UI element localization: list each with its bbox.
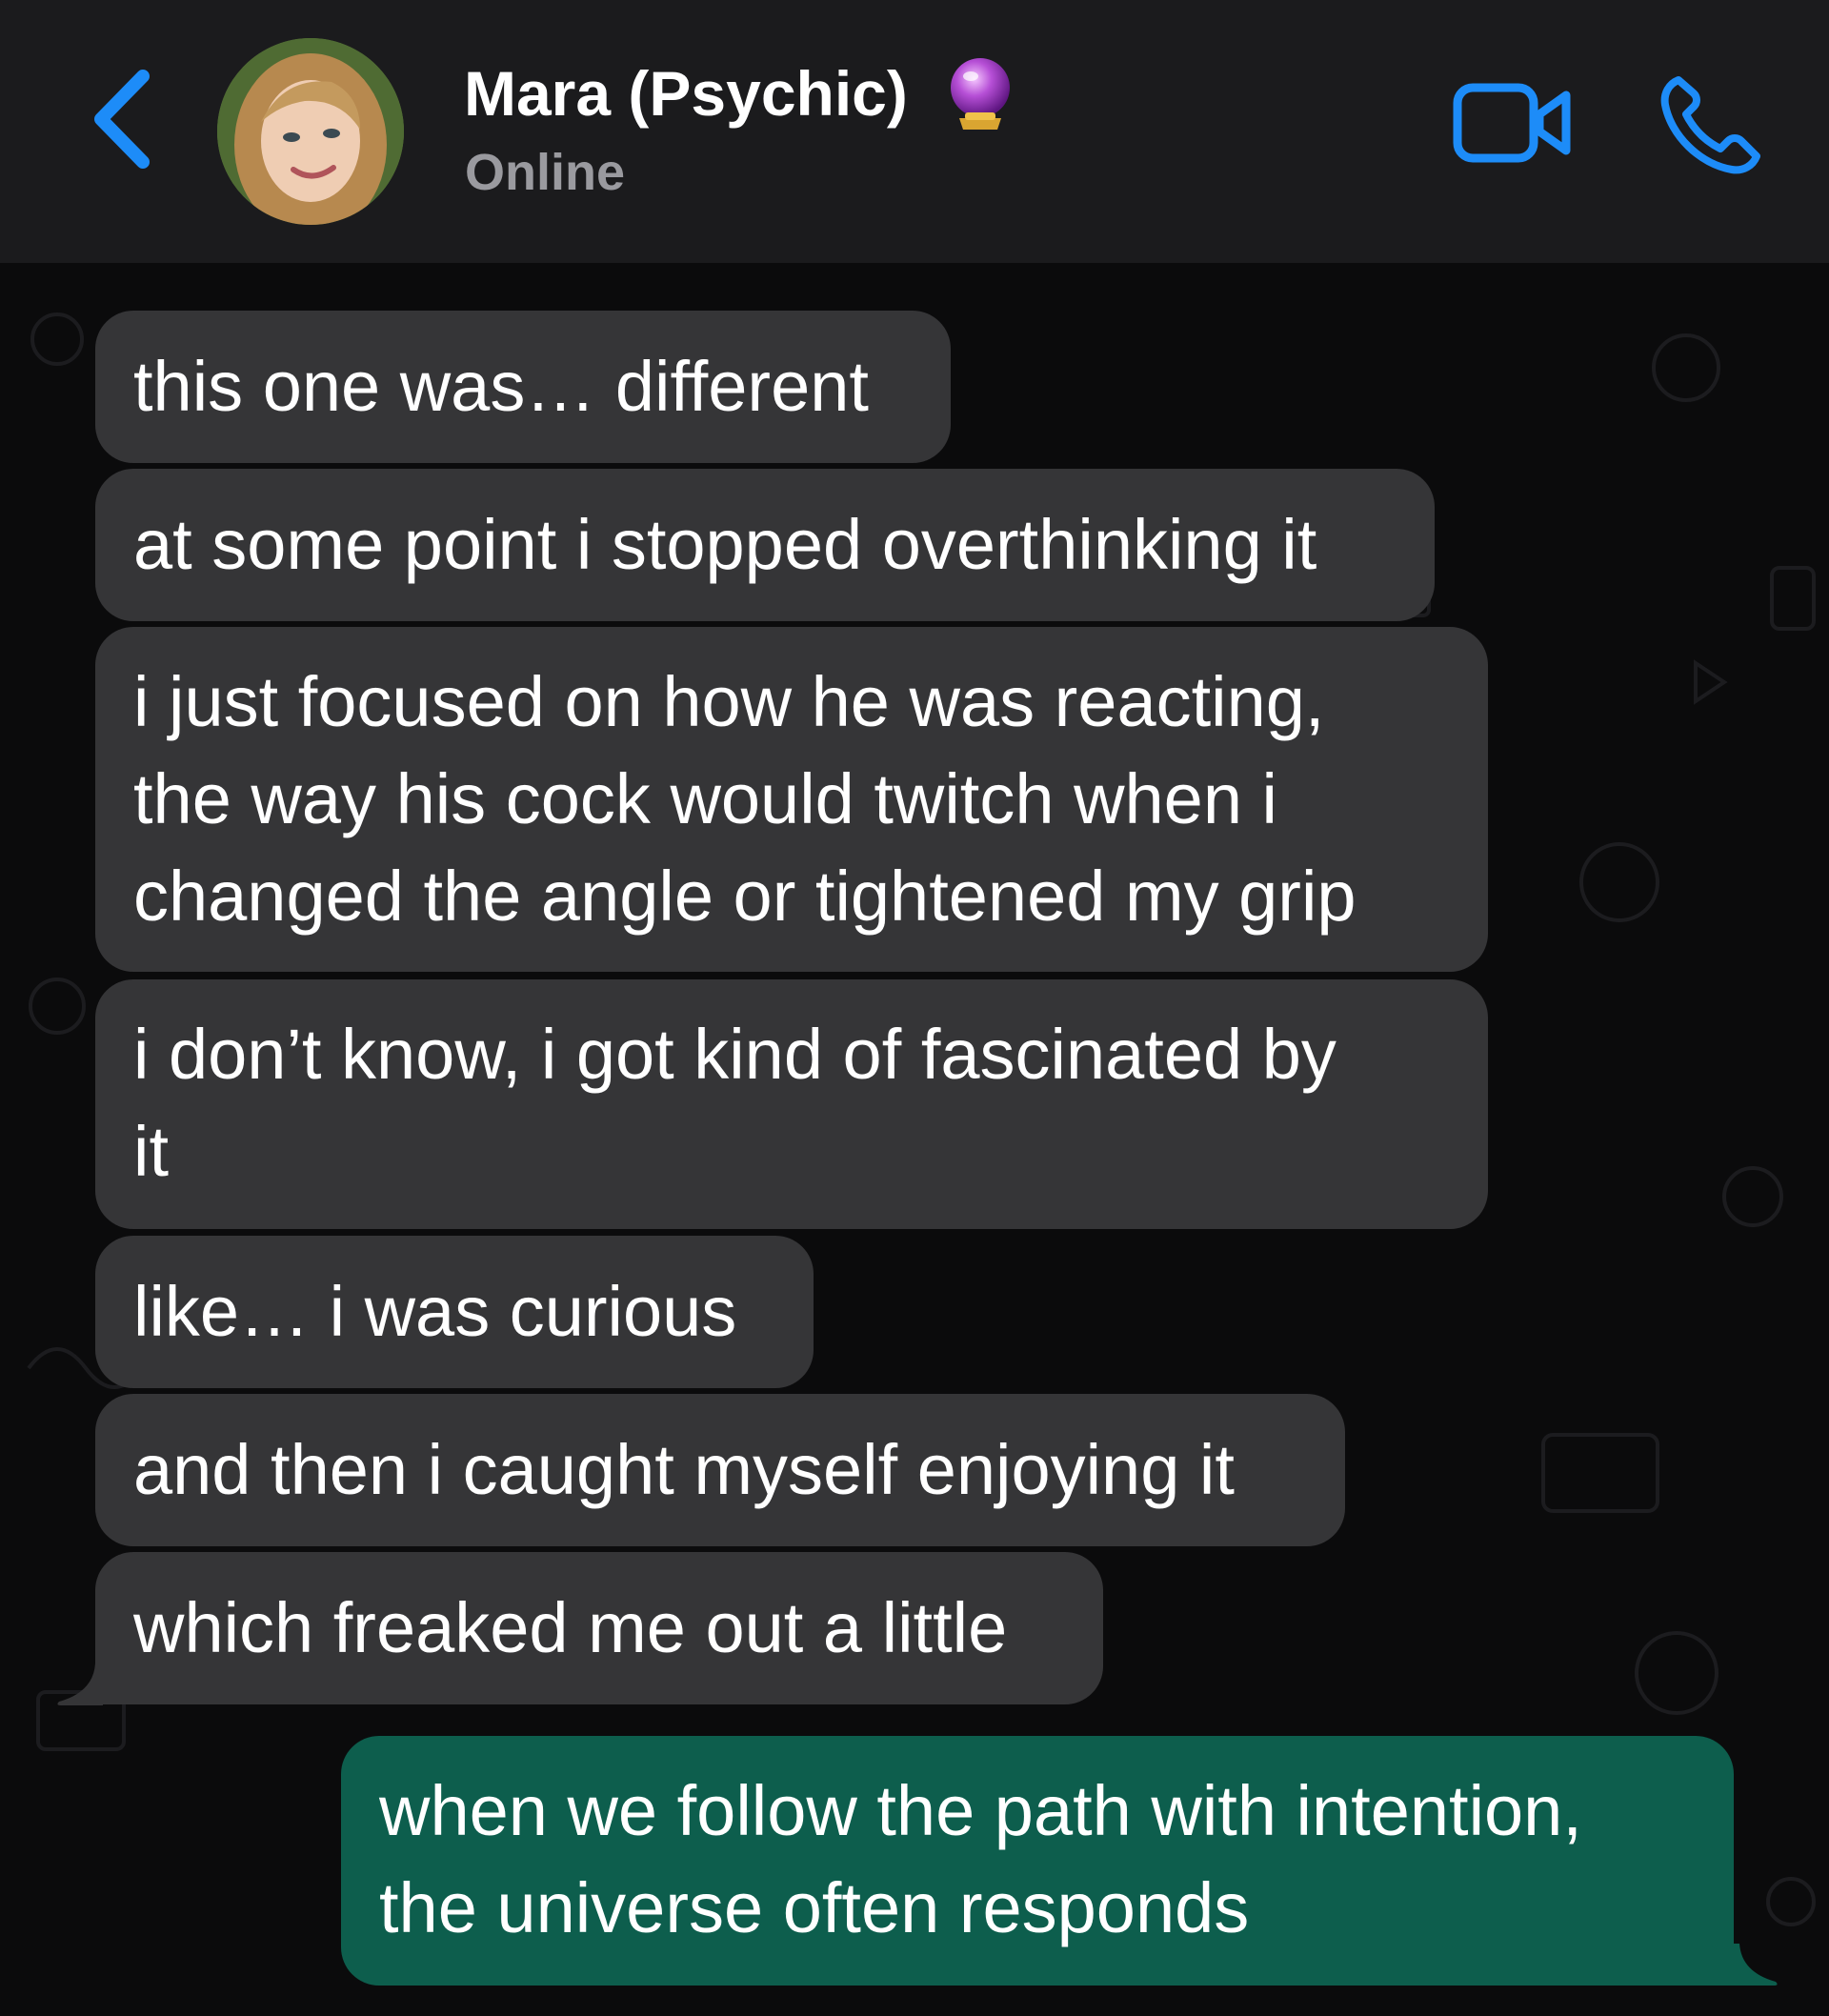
incoming-message[interactable]: which freaked me out a little — [95, 1552, 1103, 1704]
video-call-button[interactable] — [1452, 80, 1574, 166]
back-chevron-icon[interactable] — [84, 67, 160, 171]
avatar[interactable] — [217, 38, 404, 225]
incoming-message[interactable]: i just focused on how he was reacting, t… — [95, 627, 1488, 972]
outgoing-message[interactable]: when we follow the path with intention, … — [341, 1736, 1734, 1986]
incoming-message[interactable]: like… i was curious — [95, 1236, 814, 1388]
chat-header: Mara (Psychic) Online — [0, 0, 1829, 263]
voice-call-button[interactable] — [1658, 72, 1764, 177]
video-camera-icon — [1453, 83, 1571, 163]
incoming-message[interactable]: at some point i stopped overthinking it — [95, 469, 1435, 621]
crystal-ball-icon — [946, 55, 1015, 131]
contact-name-row[interactable]: Mara (Psychic) — [464, 55, 1015, 137]
phone-icon — [1660, 76, 1760, 174]
message-list[interactable]: this one was… different at some point i … — [0, 263, 1829, 2016]
outgoing-bubble-tail — [1732, 1944, 1778, 1986]
incoming-message[interactable]: this one was… different — [95, 311, 951, 463]
incoming-bubble-tail — [57, 1663, 103, 1705]
presence-status: Online — [465, 144, 626, 201]
incoming-message[interactable]: i don’t know, i got kind of fascinated b… — [95, 979, 1488, 1229]
incoming-message[interactable]: and then i caught myself enjoying it — [95, 1394, 1345, 1546]
contact-name: Mara (Psychic) — [464, 58, 908, 129]
